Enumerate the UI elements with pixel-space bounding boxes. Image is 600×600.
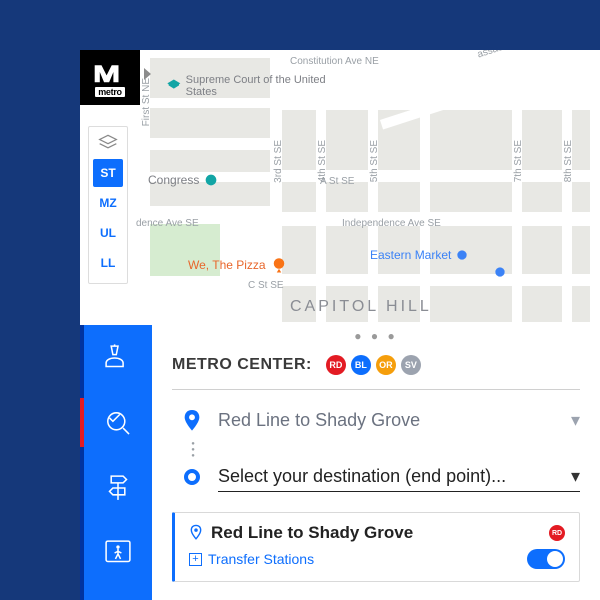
- poi-eastern-market[interactable]: Eastern Market: [370, 248, 469, 262]
- route-result-card: Red Line to Shady Grove RD + Transfer St…: [172, 512, 580, 582]
- map-road: [80, 276, 600, 286]
- line-badge-rd: RD: [549, 525, 565, 541]
- metro-logo-text: metro: [95, 87, 125, 97]
- map[interactable]: Constitution Ave NE A St SE dence Ave SE…: [80, 50, 600, 325]
- card-title: Red Line to Shady Grove: [211, 523, 541, 543]
- layer-btn-mz[interactable]: MZ: [93, 189, 123, 217]
- end-step: Select your destination (end point)... ▾: [182, 462, 580, 492]
- neighborhood-label: CAPITOL HILL: [290, 298, 432, 316]
- map-road: [562, 50, 572, 325]
- plus-icon: +: [189, 553, 202, 566]
- metro-m-icon: [93, 59, 127, 85]
- street-label: Constitution Ave NE: [290, 56, 379, 67]
- line-badges: RD BL OR SV: [326, 355, 421, 375]
- map-road: [512, 50, 522, 325]
- line-badge-bl: BL: [351, 355, 371, 375]
- layers-icon[interactable]: [89, 127, 127, 157]
- chevron-down-icon: ▾: [571, 410, 580, 431]
- layer-btn-st[interactable]: ST: [93, 159, 123, 187]
- station-panel: ● ● ● METRO CENTER: RD BL OR SV: [80, 325, 600, 600]
- start-step: Red Line to Shady Grove ▾: [182, 406, 580, 436]
- layer-btn-ll[interactable]: LL: [93, 249, 123, 277]
- line-badge-rd: RD: [326, 355, 346, 375]
- poi-supreme-court[interactable]: Supreme Court of the United States: [166, 74, 356, 98]
- connector: ●●●: [182, 442, 580, 458]
- street-label: Independence Ave SE: [342, 218, 441, 229]
- destination-select[interactable]: Select your destination (end point)... ▾: [218, 462, 580, 492]
- route-steps: Red Line to Shady Grove ▾ ●●● Sele: [172, 406, 580, 492]
- start-line-select[interactable]: Red Line to Shady Grove ▾: [218, 406, 580, 436]
- layer-btn-ul[interactable]: UL: [93, 219, 123, 247]
- poi-pizza[interactable]: We, The Pizza: [188, 256, 288, 274]
- station-title: METRO CENTER:: [172, 356, 312, 374]
- street-label: 3rd St SE: [273, 140, 284, 183]
- pin-icon: [189, 524, 203, 542]
- layer-switcher: ST MZ UL LL: [88, 126, 128, 284]
- street-label: dence Ave SE: [136, 218, 199, 229]
- rail-nav: [84, 325, 152, 600]
- station-header: METRO CENTER: RD BL OR SV: [172, 355, 580, 375]
- poi-marker-icon: [493, 265, 507, 279]
- rail-nav-station[interactable]: [84, 325, 152, 390]
- rail-nav-walk[interactable]: [84, 520, 152, 585]
- line-badge-or: OR: [376, 355, 396, 375]
- drag-handle-icon[interactable]: ● ● ●: [354, 329, 397, 343]
- rail-nav-directions[interactable]: [84, 455, 152, 520]
- panel-content: ● ● ● METRO CENTER: RD BL OR SV: [152, 325, 600, 600]
- rail-nav-search[interactable]: [84, 390, 152, 455]
- expand-arrow-icon[interactable]: [144, 68, 151, 80]
- chevron-down-icon: ▾: [571, 466, 580, 487]
- line-badge-sv: SV: [401, 355, 421, 375]
- poi-congress[interactable]: Congress: [148, 172, 219, 188]
- street-label: 4th St SE: [317, 140, 328, 182]
- street-label: 5th St SE: [369, 140, 380, 182]
- app-window: Constitution Ave NE A St SE dence Ave SE…: [80, 50, 600, 600]
- street-label: 7th St SE: [513, 140, 524, 182]
- route-toggle[interactable]: [527, 549, 565, 569]
- metro-logo[interactable]: metro: [80, 50, 140, 105]
- street-label: assachusetts Ave NE: [476, 50, 569, 60]
- divider: [172, 389, 580, 390]
- street-label: C St SE: [248, 280, 284, 291]
- pin-icon: [182, 410, 202, 432]
- destination-icon: [182, 469, 202, 485]
- map-road: [368, 50, 378, 325]
- map-road: [420, 50, 430, 325]
- transfer-stations-button[interactable]: + Transfer Stations: [189, 551, 519, 567]
- map-road: [80, 98, 600, 108]
- street-label: First St NE: [141, 78, 152, 126]
- dots-connector-icon: ●●●: [191, 442, 195, 458]
- street-label: 8th St SE: [563, 140, 574, 182]
